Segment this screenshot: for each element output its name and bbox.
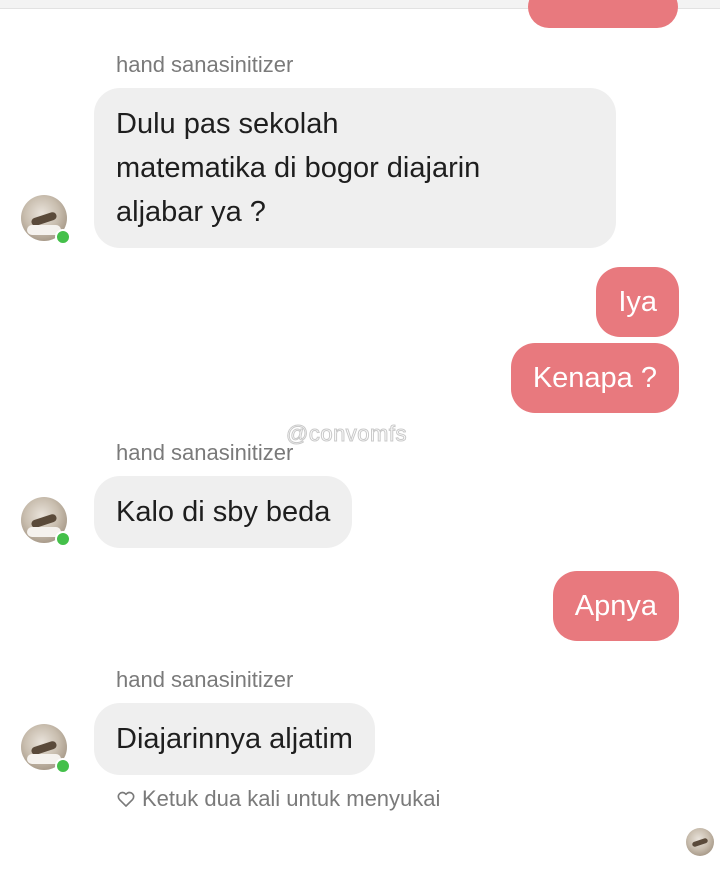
online-indicator (55, 229, 71, 245)
message-line: Diajarinnya aljatim (116, 723, 353, 755)
sender-name: hand sanasinitizer (116, 52, 294, 77)
incoming-message[interactable]: Dulu pas sekolah matematika di bogor dia… (94, 88, 616, 248)
outgoing-message-partial[interactable] (528, 0, 678, 28)
sender-name: hand sanasinitizer (116, 440, 294, 465)
incoming-message[interactable]: Diajarinnya aljatim (94, 703, 375, 775)
outgoing-message[interactable]: Kenapa ? (510, 343, 679, 413)
watermark: @convomfs (286, 421, 407, 447)
message-line: Kalo di sby beda (116, 496, 331, 528)
online-indicator (55, 758, 71, 774)
like-hint-text: Ketuk dua kali untuk menyukai (142, 786, 441, 811)
message-line: Dulu pas sekolah (116, 108, 339, 140)
incoming-message[interactable]: Kalo di sby beda (94, 476, 353, 548)
message-line: matematika di bogor diajarin (116, 152, 481, 184)
outgoing-message[interactable]: Iya (596, 267, 679, 337)
like-hint: Ketuk dua kali untuk menyukai (116, 786, 440, 812)
user-avatar[interactable] (21, 195, 71, 245)
user-avatar[interactable] (21, 724, 71, 774)
heart-outline-icon (117, 791, 135, 807)
seen-avatar (686, 828, 714, 856)
online-indicator (55, 531, 71, 547)
outgoing-message[interactable]: Apnya (552, 571, 679, 641)
user-avatar[interactable] (21, 497, 71, 547)
message-line: aljabar ya ? (116, 196, 266, 228)
sender-name: hand sanasinitizer (116, 667, 294, 692)
